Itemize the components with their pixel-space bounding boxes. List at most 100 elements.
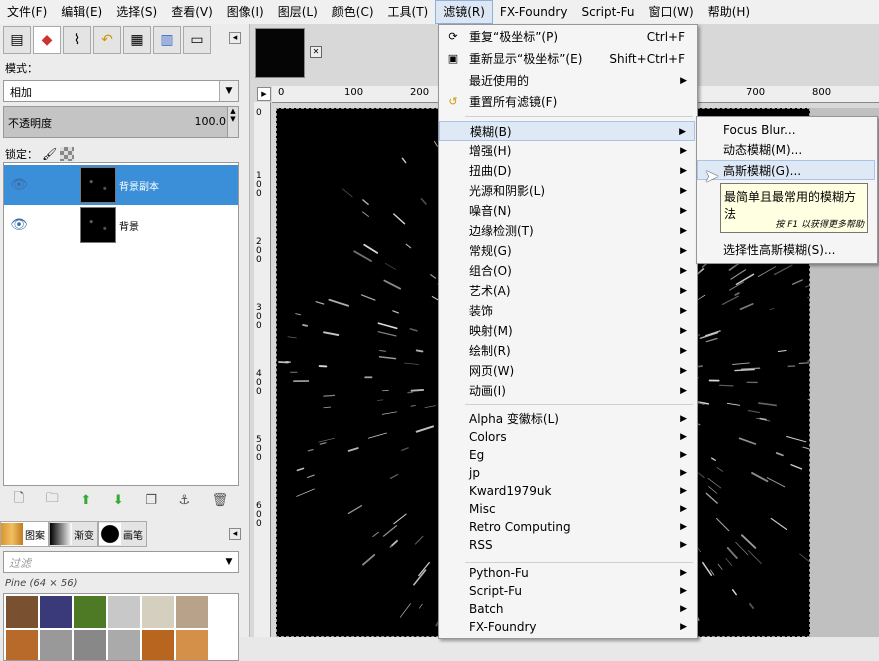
chevron-right-icon: ▶: [680, 141, 687, 161]
filter-category-item[interactable]: 艺术(A)▶: [439, 281, 695, 301]
menu-item-focus-blur[interactable]: Focus Blur...: [697, 120, 875, 140]
visibility-eye-icon[interactable]: 👁: [4, 177, 34, 193]
layer-row[interactable]: 👁 背景副本: [4, 165, 238, 205]
filter-category-item[interactable]: 动画(I)▶: [439, 381, 695, 401]
pattern-tile[interactable]: [108, 596, 140, 628]
filter-category-item[interactable]: 网页(W)▶: [439, 361, 695, 381]
filter-category-item[interactable]: Script-Fu▶: [439, 581, 695, 601]
filter-category-item[interactable]: Kward1979uk▶: [439, 481, 695, 501]
chevron-down-icon[interactable]: ▼: [219, 81, 238, 101]
menu-select[interactable]: 选择(S): [109, 0, 164, 24]
menu-item-label: 边缘检测(T): [469, 221, 534, 241]
menu-script-fu[interactable]: Script-Fu: [574, 0, 641, 24]
filter-category-item[interactable]: 增强(H)▶: [439, 141, 695, 161]
filter-category-item[interactable]: Retro Computing▶: [439, 517, 695, 537]
menu-item-motion-blur[interactable]: 动态模糊(M)...: [697, 140, 875, 160]
lock-alpha-icon[interactable]: [60, 147, 74, 161]
tab-gradients[interactable]: 渐变: [49, 521, 98, 547]
filter-category-item[interactable]: 组合(O)▶: [439, 261, 695, 281]
filter-category-item[interactable]: Colors▶: [439, 427, 695, 447]
close-icon[interactable]: ✕: [310, 46, 322, 58]
chevron-down-icon[interactable]: ▼: [220, 552, 238, 572]
filter-category-item[interactable]: 装饰▶: [439, 301, 695, 321]
menu-file[interactable]: 文件(F): [0, 0, 54, 24]
menu-filters[interactable]: 滤镜(R): [435, 0, 493, 24]
duplicate-layer-icon[interactable]: ❐: [145, 493, 157, 508]
pattern-tile[interactable]: [74, 596, 106, 628]
image-tab-thumbnail[interactable]: [255, 28, 305, 78]
anchor-layer-icon[interactable]: ⚓: [178, 493, 190, 508]
new-layer-group-icon[interactable]: 🗀: [46, 489, 59, 511]
pattern-tile[interactable]: [40, 630, 72, 661]
visibility-eye-icon[interactable]: 👁: [4, 217, 34, 233]
menu-view[interactable]: 查看(V): [164, 0, 220, 24]
quick-mask-icon[interactable]: ▶: [257, 87, 271, 101]
undo-tab-icon[interactable]: ↶: [93, 26, 121, 54]
opacity-spinner-icon[interactable]: ▲▼: [227, 107, 238, 137]
channels-tab-icon[interactable]: ▦: [123, 26, 151, 54]
filter-category-item[interactable]: Eg▶: [439, 445, 695, 465]
layers-tab-icon[interactable]: ◆: [33, 26, 61, 54]
images-tab-icon[interactable]: ▭: [183, 26, 211, 54]
dock-menu-icon[interactable]: ◂: [229, 32, 241, 44]
lock-pixels-icon[interactable]: 🖌: [42, 147, 56, 161]
filter-category-item[interactable]: 扭曲(D)▶: [439, 161, 695, 181]
filter-category-item[interactable]: 常规(G)▶: [439, 241, 695, 261]
light-streak: [391, 475, 398, 479]
delete-layer-icon[interactable]: 🗑: [212, 493, 229, 508]
tag-filter-input[interactable]: 过滤 ▼: [3, 551, 239, 573]
light-streak: [415, 536, 423, 544]
tool-options-tab-icon[interactable]: ▤: [3, 26, 31, 54]
histogram-tab-icon[interactable]: ▥: [153, 26, 181, 54]
menu-image[interactable]: 图像(I): [220, 0, 271, 24]
pattern-tile[interactable]: [6, 630, 38, 661]
menu-item-repeat[interactable]: ⟳ 重复“极坐标”(P) Ctrl+F: [439, 27, 695, 47]
menu-fx-foundry[interactable]: FX-Foundry: [493, 0, 575, 24]
opacity-slider[interactable]: 不透明度 100.0 ▲▼: [3, 106, 239, 138]
tab-patterns[interactable]: 图案: [0, 521, 49, 547]
menu-windows[interactable]: 窗口(W): [641, 0, 700, 24]
pattern-tile[interactable]: [142, 596, 174, 628]
lower-layer-icon[interactable]: ⬇: [113, 493, 124, 508]
filter-category-item[interactable]: 光源和阴影(L)▶: [439, 181, 695, 201]
paths-tab-icon[interactable]: ⌇: [63, 26, 91, 54]
dock-menu-icon-2[interactable]: ◂: [229, 528, 241, 540]
menu-tools[interactable]: 工具(T): [381, 0, 436, 24]
menu-layer[interactable]: 图层(L): [271, 0, 325, 24]
pattern-tile[interactable]: [40, 596, 72, 628]
raise-layer-icon[interactable]: ⬆: [80, 493, 91, 508]
gradient-swatch-icon: [50, 523, 72, 545]
pattern-tile[interactable]: [74, 630, 106, 661]
menu-item-selective-gaussian-blur[interactable]: 选择性高斯模糊(S)...: [697, 240, 875, 260]
pattern-tile[interactable]: [142, 630, 174, 661]
menu-help[interactable]: 帮助(H): [701, 0, 757, 24]
tab-brushes[interactable]: 画笔: [98, 521, 147, 547]
pattern-tile[interactable]: [176, 596, 208, 628]
menu-edit[interactable]: 编辑(E): [54, 0, 109, 24]
filter-category-item[interactable]: jp▶: [439, 463, 695, 483]
filter-category-item[interactable]: 绘制(R)▶: [439, 341, 695, 361]
mode-select[interactable]: 相加 ▼: [3, 80, 239, 102]
menu-item-reset-filters[interactable]: ↺ 重置所有滤镜(F): [439, 92, 695, 112]
pattern-tile[interactable]: [176, 630, 208, 661]
filter-category-item[interactable]: Alpha 变徽标(L)▶: [439, 409, 695, 429]
filter-category-item[interactable]: 模糊(B)▶: [439, 121, 695, 141]
light-streak: [402, 158, 405, 162]
menu-item-gaussian-blur[interactable]: 高斯模糊(G)...: [697, 160, 875, 180]
pattern-tile[interactable]: [6, 596, 38, 628]
menu-colors[interactable]: 颜色(C): [325, 0, 381, 24]
filter-category-item[interactable]: 映射(M)▶: [439, 321, 695, 341]
menu-item-recent[interactable]: 最近使用的 ▶: [439, 71, 695, 91]
layer-row[interactable]: 👁 背景: [4, 205, 238, 245]
filter-category-item[interactable]: 噪音(N)▶: [439, 201, 695, 221]
filter-category-item[interactable]: Batch▶: [439, 599, 695, 619]
new-layer-icon[interactable]: 🗋: [14, 489, 24, 511]
filter-category-item[interactable]: FX-Foundry▶: [439, 617, 695, 637]
menu-item-reshow[interactable]: ▣ 重新显示“极坐标”(E) Shift+Ctrl+F: [439, 49, 695, 69]
filter-category-item[interactable]: Misc▶: [439, 499, 695, 519]
filter-category-item[interactable]: RSS▶: [439, 535, 695, 555]
filter-category-item[interactable]: 边缘检测(T)▶: [439, 221, 695, 241]
menu-item-label: Eg: [469, 445, 484, 465]
pattern-tile[interactable]: [108, 630, 140, 661]
filter-category-item[interactable]: Python-Fu▶: [439, 563, 695, 583]
